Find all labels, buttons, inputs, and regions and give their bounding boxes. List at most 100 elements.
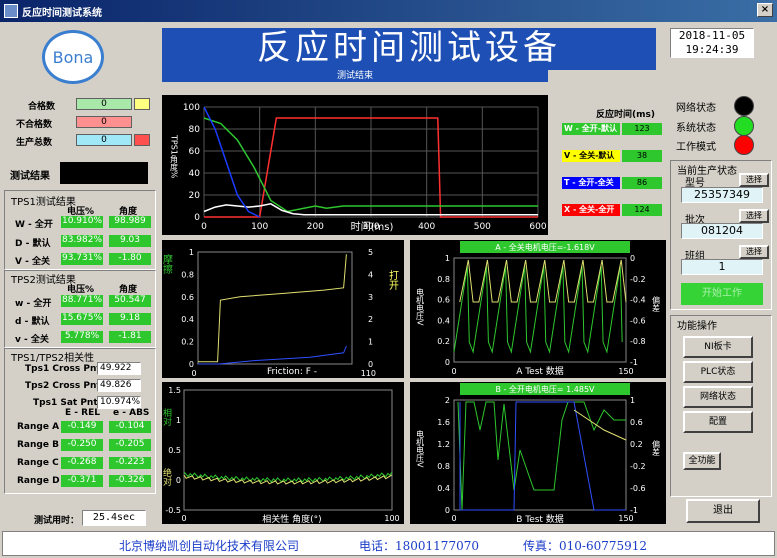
tps2-row-v: v - 全关 (15, 335, 49, 345)
cross2-label: Tps2 Cross Pnt (25, 381, 101, 391)
y-right-tick-label: 0.6 (630, 418, 643, 427)
work-mode-indicator (734, 135, 754, 155)
corr-col2: e - ABS (113, 408, 150, 418)
y-tick-label: 0.2 (181, 338, 194, 347)
range-d-label: Range D (17, 476, 60, 486)
y-tick-label: 0.8 (437, 275, 450, 284)
y-tick-label: 0 (445, 506, 450, 515)
x-tick-label: 100 (384, 514, 399, 523)
y-tick-label: 1 (176, 416, 181, 425)
tps2-row-d: d - 默认 (15, 317, 50, 327)
range-b-label: Range B (17, 440, 59, 450)
plc-status-button[interactable]: PLC状态 (683, 361, 753, 383)
tps1-row-w: W - 全开 (15, 220, 53, 230)
functions-panel: 功能操作 NI板卡 PLC状态 网络状态 配置 全功能 (670, 315, 772, 497)
series-line (198, 254, 347, 363)
x-axis-label: A Test 数据 (516, 365, 564, 377)
x-axis-label: Friction: F - (267, 367, 317, 377)
y-right-tick-label: 2 (368, 315, 373, 324)
total-label: 生产总数 (16, 138, 53, 148)
y-axis-label: 摩擦 (162, 253, 173, 274)
window-titlebar: 反应时间测试系统 × (0, 0, 777, 22)
x-tick-label: 0 (191, 369, 196, 378)
y-tick-label: 0.8 (181, 270, 194, 279)
tps1-row-d: D - 默认 (15, 239, 51, 249)
status-panel: 网络状态 系统状态 工作模式 (670, 94, 770, 156)
plot-frame (197, 251, 353, 365)
y-tick-label: 0.6 (181, 293, 194, 302)
pass-value: 0 (76, 98, 132, 110)
cross1-value: 49.922 (97, 362, 141, 375)
range-c-v2: -0.223 (109, 457, 151, 469)
range-b-v1: -0.250 (61, 439, 103, 451)
y-tick-label: 0.2 (437, 337, 450, 346)
x-tick-label: 0 (451, 367, 456, 376)
reaction-row-value: 124 (622, 204, 662, 216)
y-tick-label: 80 (189, 125, 201, 135)
y-tick-label: 0 (176, 476, 181, 485)
y-right-tick-label: -0.6 (630, 484, 646, 493)
tps1-row-v: V - 全关 (15, 257, 50, 267)
y-tick-label: 1 (189, 248, 194, 257)
y-axis-label: 相对 (162, 407, 172, 426)
app-icon (4, 4, 18, 18)
footer-fax: 传真：010-60775912 (523, 539, 648, 553)
tps2-col2: 角度 (119, 285, 138, 295)
plot-frame (183, 389, 393, 511)
y-tick-label: 0.4 (437, 316, 450, 325)
tps1-w-v2: 98.989 (109, 216, 151, 228)
ni-card-button[interactable]: NI板卡 (683, 336, 753, 358)
counts-panel: 合格数 0 不合格数 0 生产总数 0 (6, 94, 154, 152)
total-color (134, 134, 150, 146)
config-button[interactable]: 配置 (683, 411, 753, 433)
cross2-value: 49.826 (97, 379, 141, 392)
cross1-label: Tps1 Cross Pnt (25, 364, 101, 374)
reaction-row-label: T - 全开-全关 (562, 177, 620, 189)
network-status-indicator (734, 96, 754, 116)
datetime-display: 2018-11-05 19:24:39 (670, 28, 754, 58)
y-right-tick-label: 0 (630, 254, 635, 263)
y-right-tick-label: 0.2 (630, 440, 643, 449)
y-right-tick-label: 0 (368, 360, 373, 369)
y-tick-label: 40 (189, 169, 201, 179)
range-c-v1: -0.268 (61, 457, 103, 469)
model-select-button[interactable]: 选择 (739, 173, 769, 187)
x-axis-label: 相关性 角度(°) (262, 513, 321, 524)
y-tick-label: 0.6 (437, 296, 450, 305)
tps1-d-v2: 9.03 (109, 235, 151, 247)
y-right-tick-label: -0.2 (630, 462, 646, 471)
range-c-label: Range C (17, 458, 59, 468)
tps1-v-v2: -1.80 (109, 253, 151, 265)
window-title: 反应时间测试系统 (22, 7, 102, 19)
series-line (457, 401, 626, 511)
reaction-row-value: 86 (622, 177, 662, 189)
all-functions-button[interactable]: 全功能 (683, 452, 721, 470)
a-test-chart: A - 全关电机电压=-1.618V 0 0.2 0.4 0.6 0.8 1 -1 -0.8 -0… (410, 240, 666, 378)
status-text: 测试结束 (162, 70, 548, 82)
y-tick-label: 0 (445, 358, 450, 367)
fail-label: 不合格数 (16, 120, 53, 130)
y-tick-label: 20 (189, 191, 201, 201)
y-right-tick-label: 1 (630, 396, 635, 405)
range-a-label: Range A (17, 422, 60, 432)
tps2-row-w: w - 全开 (15, 299, 52, 309)
exit-button[interactable]: 退出 (686, 499, 760, 523)
result-label: 测试结果 (10, 171, 50, 182)
date-text: 2018-11-05 (678, 29, 746, 42)
result-display (60, 162, 148, 184)
batch-select-button[interactable]: 选择 (739, 209, 769, 223)
network-status-label: 网络状态 (676, 103, 716, 114)
y-right-tick-label: -0.2 (630, 275, 646, 284)
shift-select-button[interactable]: 选择 (739, 245, 769, 259)
x-tick-label: 0 (181, 514, 186, 523)
footer: 北京博纳凯创自动化技术有限公司 电话：18001177070 传真：010-60… (2, 531, 775, 556)
y-tick-label: 0.4 (181, 315, 194, 324)
close-button[interactable]: × (757, 3, 773, 17)
network-status-button[interactable]: 网络状态 (683, 386, 753, 408)
y-tick-label: 1.6 (437, 418, 450, 427)
start-work-button[interactable]: 开始工作 (681, 283, 763, 305)
chart-title: B - 全开电机电压= 1.485V (495, 384, 595, 394)
functions-title: 功能操作 (677, 321, 717, 332)
pass-color (134, 98, 150, 110)
y-tick-label: 100 (183, 103, 200, 113)
